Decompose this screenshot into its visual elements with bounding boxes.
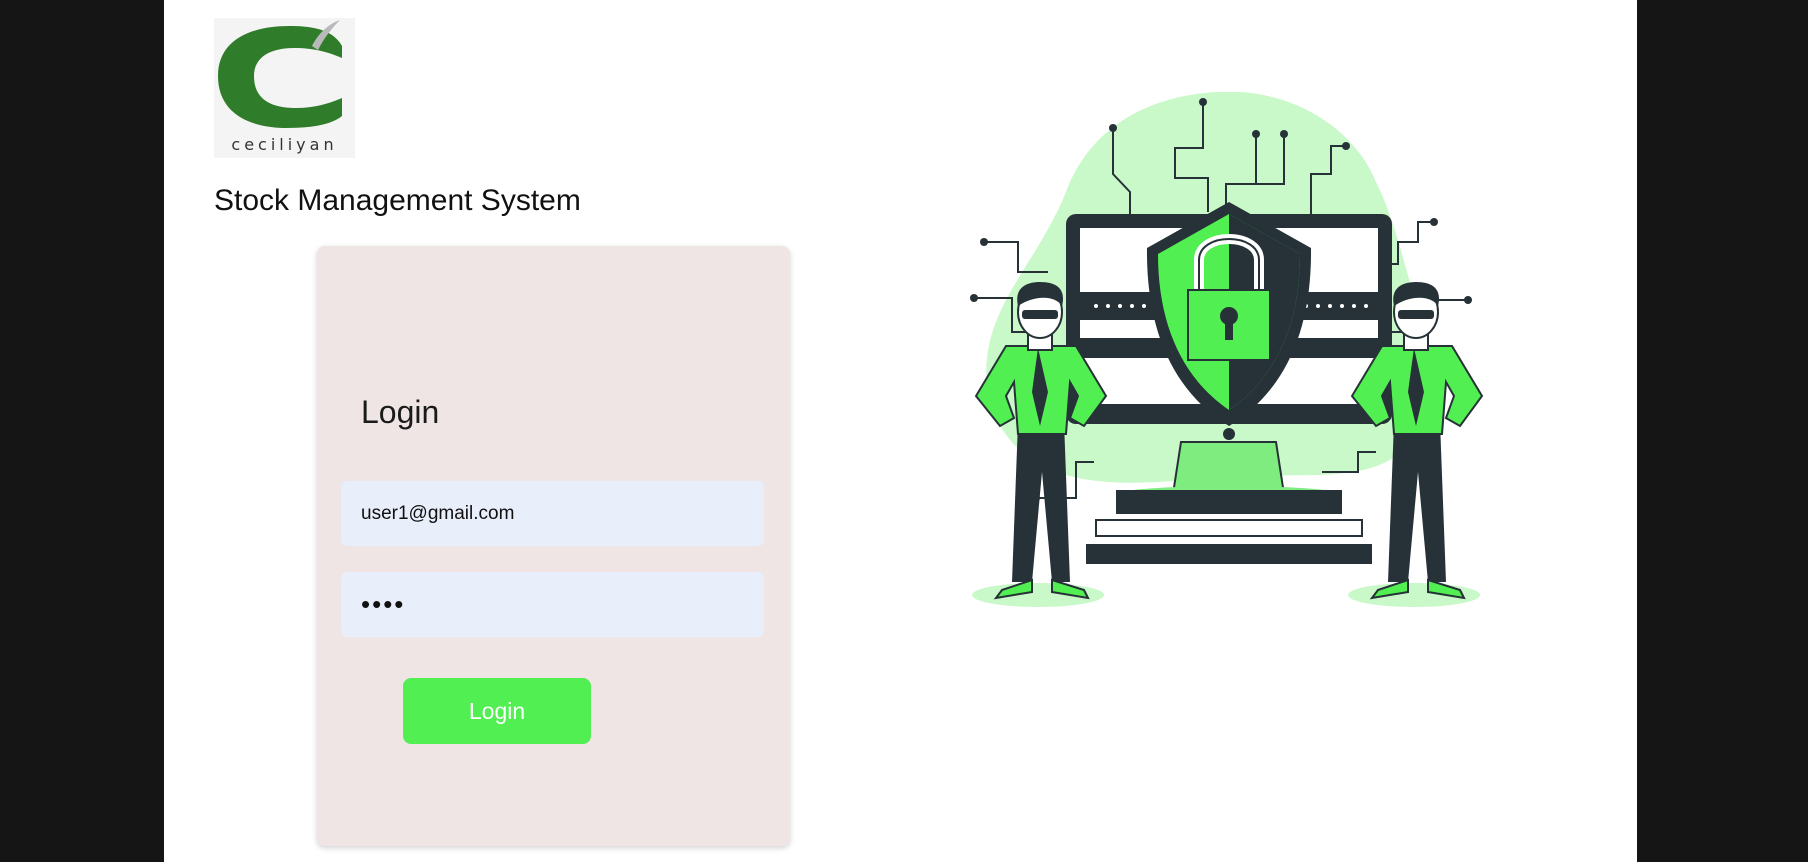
login-page: ceciliyan Stock Management System Login … — [164, 0, 1637, 862]
email-input[interactable] — [341, 481, 764, 546]
login-card: Login Login — [317, 246, 790, 846]
logo-wordmark: ceciliyan — [231, 135, 338, 154]
login-title: Login — [361, 394, 440, 430]
brand-logo: ceciliyan — [214, 18, 355, 158]
password-input[interactable] — [341, 572, 764, 637]
security-illustration-icon — [970, 92, 1484, 607]
login-button[interactable]: Login — [403, 678, 591, 744]
app-title: Stock Management System — [214, 184, 581, 217]
